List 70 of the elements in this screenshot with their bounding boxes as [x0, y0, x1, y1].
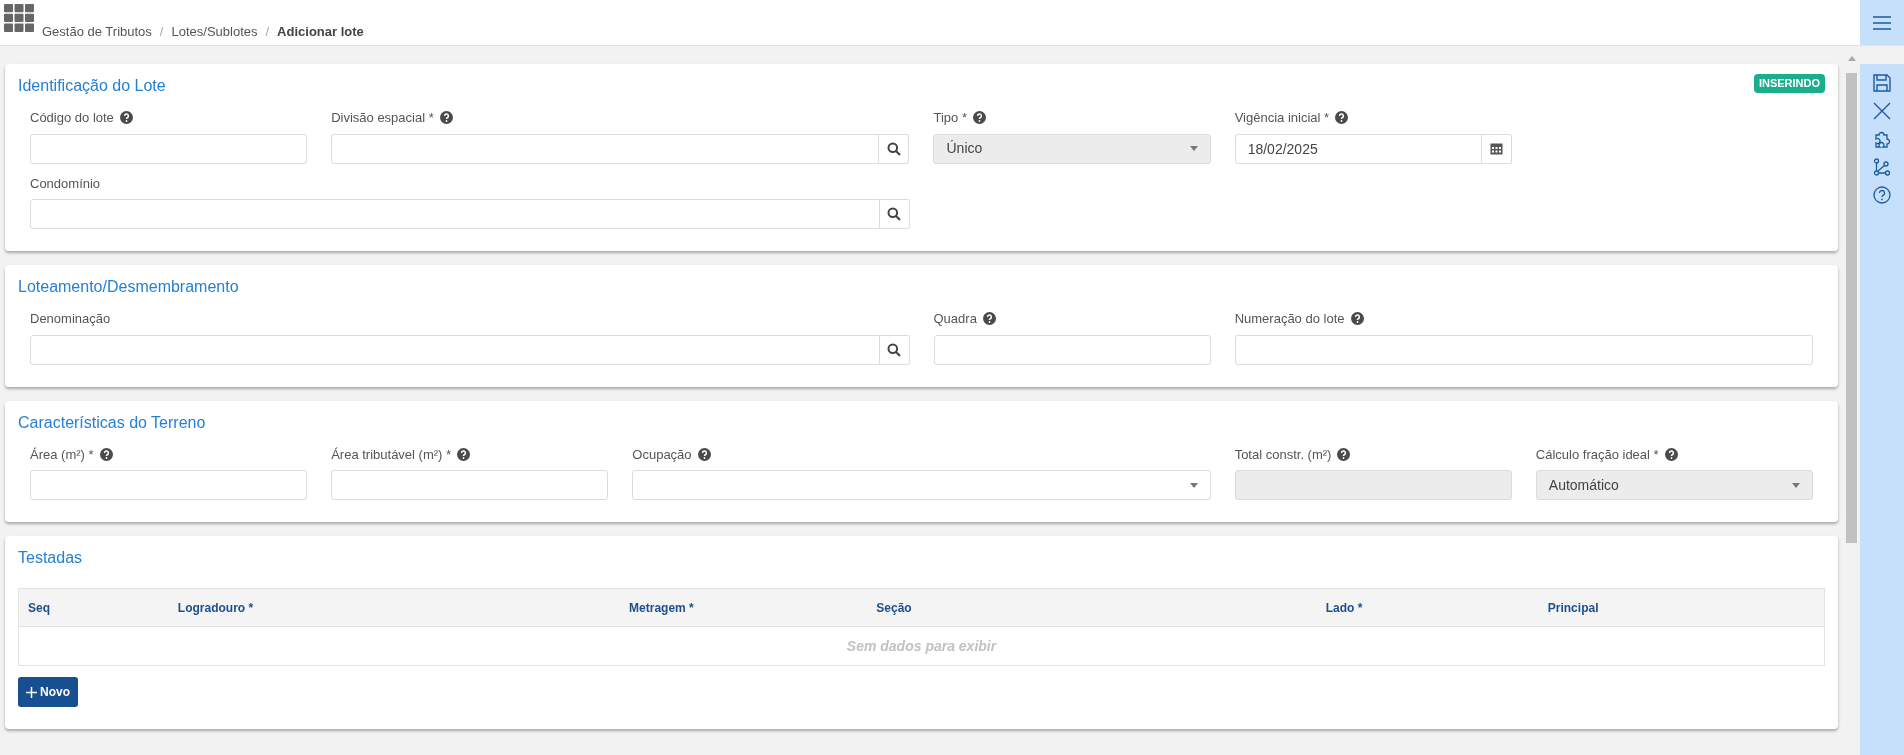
help-icon[interactable]: [982, 312, 996, 325]
column-header[interactable]: Seção: [867, 598, 1317, 617]
search-button[interactable]: [879, 133, 910, 164]
search-button[interactable]: [879, 334, 910, 365]
caret-icon: [1791, 482, 1800, 488]
status-badge: INSERINDO: [1753, 74, 1825, 93]
field-label: Denominação: [30, 311, 111, 326]
text-field[interactable]: [30, 470, 308, 500]
dropdown-field: Único: [933, 133, 1211, 164]
lookup-field[interactable]: [331, 133, 880, 164]
help-icon[interactable]: [1335, 111, 1349, 124]
help-icon[interactable]: [99, 447, 113, 461]
dropdown-field[interactable]: [632, 470, 1211, 500]
save-icon[interactable]: [1873, 74, 1891, 92]
section-title: Características do Terreno: [18, 412, 206, 433]
field-label: Código do lote: [30, 110, 114, 125]
lookup-field[interactable]: [30, 334, 880, 365]
field-label: Área (m²) *: [30, 446, 94, 462]
text-field[interactable]: [1234, 334, 1813, 365]
apps-grid-icon[interactable]: [4, 4, 34, 32]
field-label: Total constr. (m²): [1234, 446, 1332, 462]
column-header[interactable]: Lado *: [1316, 598, 1539, 617]
caret-icon: [1189, 482, 1198, 488]
empty-message: Sem dados para exibir: [846, 636, 997, 656]
caret-icon: [1189, 146, 1198, 151]
field-label: Divisão espacial *: [331, 110, 434, 125]
help-icon[interactable]: [1873, 186, 1891, 204]
column-header[interactable]: Logradouro *: [168, 598, 621, 617]
search-icon: [887, 342, 901, 357]
field-label: Condomínio: [30, 175, 101, 191]
search-icon: [887, 141, 901, 156]
date-field[interactable]: 18/02/2025: [1234, 133, 1482, 164]
plus-icon: [26, 686, 37, 698]
close-icon[interactable]: [1873, 102, 1891, 120]
section-title: Loteamento/Desmembramento: [18, 277, 239, 297]
field-label: Cálculo fração ideal *: [1535, 446, 1659, 462]
lookup-field[interactable]: [30, 199, 880, 229]
text-field[interactable]: [30, 133, 308, 164]
field-label: Numeração do lote: [1234, 311, 1345, 326]
field-label: Tipo *: [933, 110, 967, 125]
help-icon[interactable]: [119, 111, 133, 124]
search-icon: [887, 207, 901, 221]
breadcrumb-separator: /: [265, 24, 270, 39]
calendar-icon: [1489, 142, 1503, 155]
help-icon[interactable]: [697, 447, 711, 461]
calendar-button[interactable]: [1481, 133, 1512, 164]
search-button[interactable]: [879, 199, 910, 229]
column-header[interactable]: Metragem *: [620, 598, 868, 617]
help-icon[interactable]: [457, 447, 471, 461]
column-header[interactable]: Principal: [1538, 598, 1824, 617]
puzzle-icon[interactable]: [1873, 130, 1891, 148]
section-title: Testadas: [18, 548, 83, 568]
field-label: Área tributável (m²) *: [331, 446, 452, 462]
help-icon[interactable]: [1350, 312, 1364, 325]
branch-icon[interactable]: [1873, 158, 1891, 176]
breadcrumb-item: Adicionar lote: [277, 24, 364, 39]
breadcrumb-separator: /: [159, 24, 164, 39]
menu-icon[interactable]: [1873, 15, 1891, 30]
text-field[interactable]: [933, 334, 1211, 365]
section-title: Identificação do Lote: [18, 76, 166, 96]
breadcrumb-item[interactable]: Gestão de Tributos: [42, 24, 152, 39]
dropdown-field: Automático: [1535, 470, 1813, 500]
field-label: Ocupação: [632, 446, 692, 462]
text-field[interactable]: [331, 470, 609, 500]
field-label: Vigência inicial *: [1234, 110, 1330, 125]
breadcrumb-item[interactable]: Lotes/Sublotes: [171, 24, 258, 39]
help-icon[interactable]: [439, 111, 453, 124]
column-header[interactable]: Seq: [19, 598, 169, 617]
new-button[interactable]: Novo: [18, 677, 78, 707]
field-label: Quadra: [933, 311, 977, 326]
